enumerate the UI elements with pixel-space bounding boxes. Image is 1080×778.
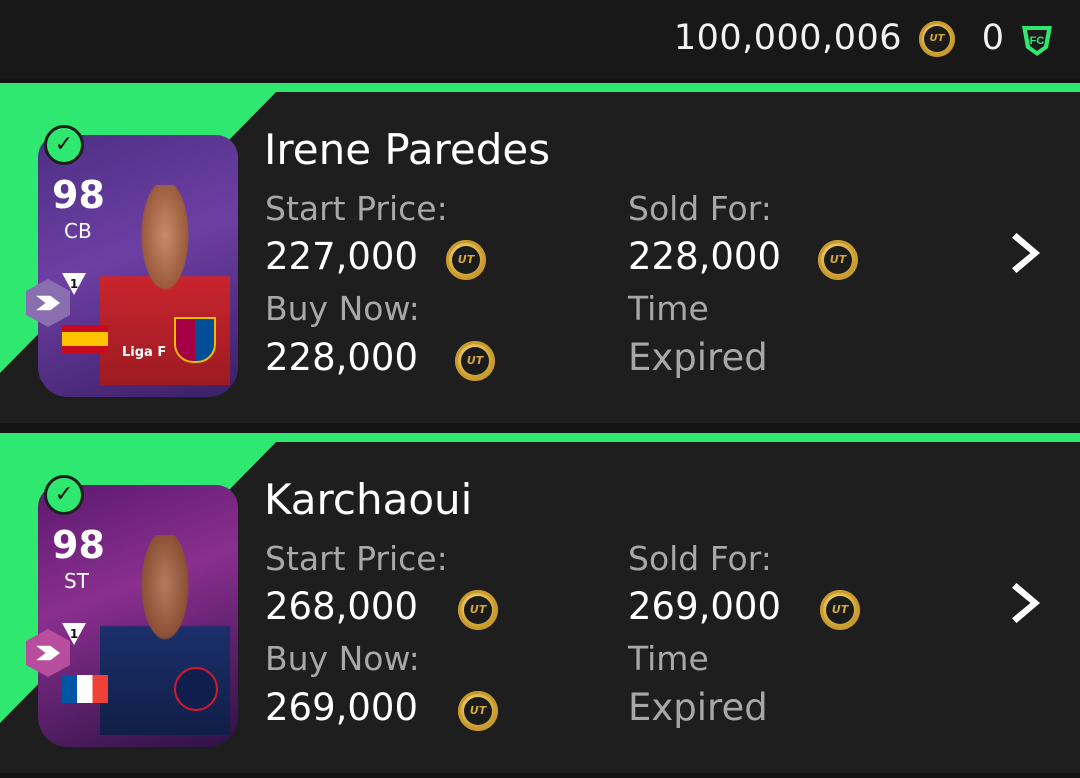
start-price-value: 268,000 (265, 585, 419, 628)
start-price-label: Start Price: (265, 189, 448, 228)
player-card[interactable]: 98 ST (38, 485, 238, 747)
france-flag-icon (62, 675, 108, 703)
player-rating: 98 (52, 523, 105, 567)
player-position: CB (64, 219, 92, 243)
chevron-right-icon[interactable] (1012, 583, 1040, 623)
ut-coin-icon (820, 590, 860, 630)
league-logo: Liga F (122, 345, 167, 360)
ut-coin-icon (818, 240, 858, 280)
player-position: ST (64, 569, 89, 593)
time-label: Time (628, 639, 709, 678)
ut-coin-icon (455, 341, 495, 381)
sold-for-label: Sold For: (628, 189, 772, 228)
sold-for-value: 228,000 (628, 235, 782, 278)
fc-barcelona-crest-icon (174, 317, 216, 363)
player-name: Irene Paredes (264, 125, 551, 174)
buy-now-label: Buy Now: (265, 639, 420, 678)
ut-coin-icon (458, 691, 498, 731)
player-name: Karchaoui (264, 475, 473, 524)
svg-text:FC: FC (1030, 35, 1045, 47)
player-rating: 98 (52, 173, 105, 217)
check-icon: ✓ (44, 475, 84, 515)
sold-for-value: 269,000 (628, 585, 782, 628)
sold-for-label: Sold For: (628, 539, 772, 578)
buy-now-value: 269,000 (265, 686, 419, 729)
transfer-item[interactable]: 98 CB Liga F ✓ 1 Irene Paredes Start Pri… (0, 83, 1080, 423)
ut-coin-icon (919, 21, 955, 57)
spain-flag-icon (62, 325, 108, 353)
player-card[interactable]: 98 CB Liga F (38, 135, 238, 397)
chevron-right-icon[interactable] (1012, 233, 1040, 273)
currency-bar: 100,000,006 0 FC (0, 0, 1080, 78)
ut-coin-icon (458, 590, 498, 630)
points-balance: 0 (981, 18, 1004, 58)
start-price-value: 227,000 (265, 235, 419, 278)
start-price-label: Start Price: (265, 539, 448, 578)
time-value: Expired (628, 686, 768, 729)
ut-coin-icon (446, 240, 486, 280)
transfer-item[interactable]: 98 ST ✓ 1 Karchaoui Start Price: 268,000… (0, 433, 1080, 773)
buy-now-value: 228,000 (265, 336, 419, 379)
time-label: Time (628, 289, 709, 328)
coins-balance: 100,000,006 (673, 18, 902, 58)
psg-crest-icon (174, 667, 218, 711)
fc-points-icon: FC (1022, 26, 1052, 56)
time-value: Expired (628, 336, 768, 379)
check-icon: ✓ (44, 125, 84, 165)
buy-now-label: Buy Now: (265, 289, 420, 328)
